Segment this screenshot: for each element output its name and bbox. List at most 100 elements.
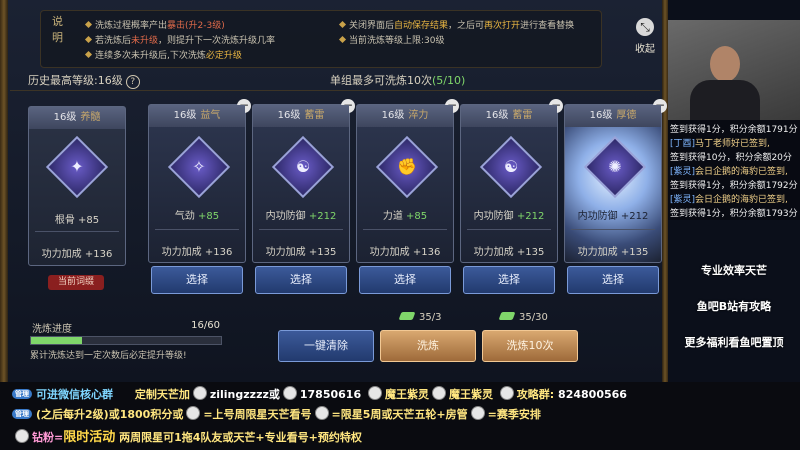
bonus-label: 功力加成 [369, 247, 410, 258]
bonus-value: +136 [412, 247, 441, 258]
stat-value: +85 [406, 211, 428, 222]
progress-fill [31, 337, 82, 344]
bonus-value: +135 [516, 247, 545, 258]
webcam-feed [668, 20, 800, 120]
stat-name: 力道 [382, 211, 403, 222]
bullet-icon [84, 35, 93, 44]
role-pill: 管理 [12, 389, 32, 399]
info-line-3: 连续多次未升级后,下次洗炼必定升级 [84, 48, 242, 61]
card-affix-name: 蓄雷 [512, 110, 533, 121]
refine-stone-icon [498, 312, 516, 320]
card-header: 16级 益气 [149, 105, 245, 127]
option-card[interactable]: − 16级益气 ✧ 气劲 +85 功力加成 +136 [148, 99, 251, 263]
card-divider [259, 229, 343, 230]
info-after: ，则提升下一次洗炼升级几率 [158, 36, 276, 46]
fist-rune-icon: ✊ [375, 135, 439, 199]
chat-panel: 签到获得1分，积分余额1791分 [丁酉]马丁老师好已签到, 签到获得10分，积… [668, 120, 800, 220]
thunder-rune-icon: ☯ [479, 135, 543, 199]
banner-line-1: 管理 可进微信核心群 定制天芒加 zilingzzzz或 17850616 魔王紫灵魔… [12, 386, 627, 402]
current-affix-badge: 当前词缀 [48, 275, 104, 290]
option-card[interactable]: − 16级淬力 ✊ 力道 +85 功力加成 +136 [356, 99, 459, 263]
info-line-4: 关闭界面后自动保存结果，之后可再次打开进行查看替换 [338, 18, 574, 31]
thunder-rune-icon: ☯ [271, 135, 335, 199]
wash-10-button[interactable]: 洗炼10次 [482, 330, 578, 362]
card-affix-name: 养髓 [80, 112, 101, 123]
chat-line: 签到获得10分，积分余额20分 [670, 153, 792, 163]
bonus-value: +136 [84, 249, 113, 260]
info-text: 洗炼过程概率产出 [95, 21, 168, 31]
banner-line-3: 钻粉=限时活动 两周限星可1拖4队友或天芒+专业看号+预约特权 [12, 426, 362, 445]
progress-count: 16/60 [191, 320, 220, 331]
select-button[interactable]: 选择 [463, 266, 555, 294]
stream-banner: 管理 可进微信核心群 定制天芒加 zilingzzzz或 17850616 魔王紫灵魔… [0, 382, 800, 450]
refine-stone-icon [398, 312, 416, 320]
role-pill: 管理 [12, 409, 32, 419]
select-button[interactable]: 选择 [567, 266, 659, 294]
collapse-button[interactable]: ⤡ 收起 [630, 16, 660, 60]
card-level: 16级 [381, 110, 405, 121]
refine-progress: 洗炼进度 16/60 累计洗炼达到一定次数后必定提升等级! [24, 316, 224, 361]
qq-icon [499, 386, 514, 400]
avatar-icon [431, 386, 446, 400]
side-ad-3: 更多福利看鱼吧置顶 [684, 336, 784, 349]
bonus-value: +135 [308, 247, 337, 258]
stream-frame: 说明 洗炼过程概率产出暴击(升2-3级) 若洗炼后未升级，则提升下一次洗炼升级几… [0, 0, 800, 450]
streamer-body [690, 80, 760, 120]
history-label: 历史最高等级: [28, 74, 98, 87]
stat-name: 内功防御 [265, 211, 306, 222]
card-affix-name: 淬力 [408, 110, 429, 121]
refine-panel: 说明 洗炼过程概率产出暴击(升2-3级) 若洗炼后未升级，则提升下一次洗炼升级几… [0, 0, 668, 382]
chat-line: [丁酉]马丁老师好已签到, [670, 139, 770, 149]
chat-line: 签到获得1分，积分余额1791分 [670, 125, 798, 135]
card-stat: 力道 +85 [357, 207, 453, 222]
help-icon[interactable]: ? [125, 75, 140, 89]
card-affix-name: 益气 [200, 110, 221, 121]
group-max-label: 单组最多可洗炼10次 [330, 74, 432, 87]
card-level: 16级 [173, 110, 197, 121]
banner-line-2: 管理 (之后每升2级)或1800积分或 =上号周限星天芒看号 =限星5周或天芒五轮+房… [12, 406, 541, 422]
group-max-count: (5/10) [432, 74, 466, 87]
bonus-label: 功力加成 [161, 247, 202, 258]
bonus-label: 功力加成 [41, 249, 82, 260]
panel-border-left [0, 0, 8, 382]
card-bonus: 功力加成 +135 [565, 243, 661, 258]
card-divider [35, 231, 119, 232]
card-header: 16级 蓄雷 [253, 105, 349, 127]
info-line-2: 若洗炼后未升级，则提升下一次洗炼升级几率 [84, 33, 276, 46]
avatar-icon [367, 386, 382, 400]
stat-name: 内功防御 [473, 211, 514, 222]
card-divider [363, 229, 447, 230]
bonus-label: 功力加成 [473, 247, 514, 258]
card-bonus: 功力加成 +136 [357, 243, 453, 258]
option-card[interactable]: − 16级蓄雷 ☯ 内功防御 +212 功力加成 +135 [252, 99, 355, 263]
card-stat: 内功防御 +212 [461, 207, 557, 222]
wash-button[interactable]: 洗炼 [380, 330, 476, 362]
wash10-cost-value: 35/30 [519, 312, 548, 323]
select-button[interactable]: 选择 [359, 266, 451, 294]
qq-icon [282, 386, 297, 400]
info-em: 自动保存结果 [394, 21, 449, 31]
stat-value: +212 [308, 211, 337, 222]
info-text: 连续多次未升级后,下次洗炼 [95, 51, 206, 61]
select-button[interactable]: 选择 [151, 266, 243, 294]
card-affix-name: 蓄雷 [304, 110, 325, 121]
card-header: 16级 淬力 [357, 105, 453, 127]
card-bonus: 功力加成 +135 [253, 243, 349, 258]
bonus-value: +135 [620, 247, 649, 258]
stat-name: 内功防御 [577, 211, 618, 222]
card-stat: 内功防御 +212 [253, 207, 349, 222]
card-divider [467, 229, 551, 230]
stat-value: +212 [516, 211, 545, 222]
gift-icon [314, 406, 329, 420]
card-stat: 根骨 +85 [29, 211, 125, 226]
option-card[interactable]: − 16级蓄雷 ☯ 内功防御 +212 功力加成 +135 [460, 99, 563, 263]
clear-all-button[interactable]: 一键清除 [278, 330, 374, 362]
gift-icon [470, 406, 485, 420]
bullet-icon [338, 20, 347, 29]
option-card[interactable]: − 16级厚德 ✺ 内功防御 +212 功力加成 +135 [564, 99, 667, 263]
glow-rune-icon: ✺ [583, 135, 647, 199]
select-button[interactable]: 选择 [255, 266, 347, 294]
info-line-1: 洗炼过程概率产出暴击(升2-3级) [84, 18, 225, 31]
bonus-value: +136 [204, 247, 233, 258]
card-stat: 气劲 +85 [149, 207, 245, 222]
